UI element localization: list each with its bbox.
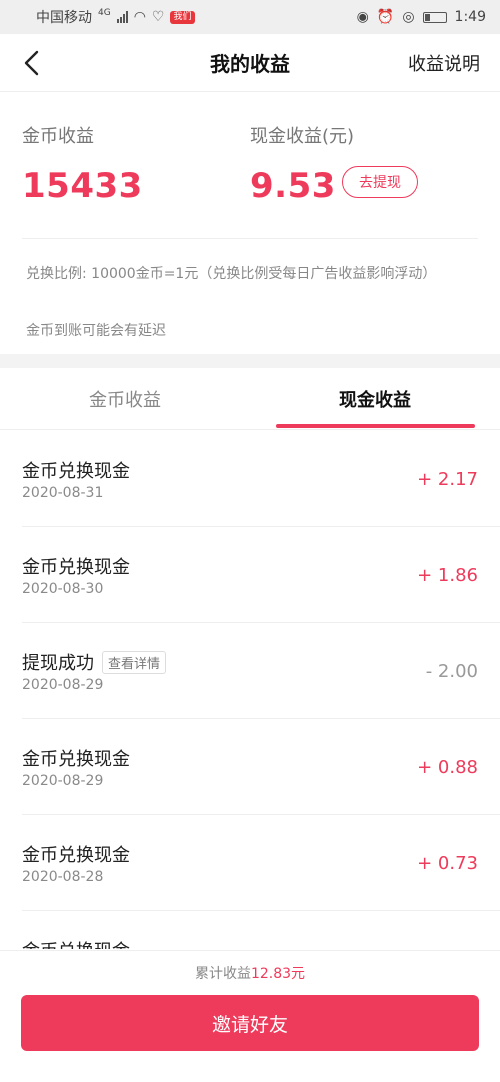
list-item[interactable]: 金币兑换现金 2020-08-31 + 2.17 <box>22 431 500 527</box>
active-tab-indicator <box>276 424 475 428</box>
earnings-tabs: 金币收益 现金收益 <box>0 368 500 430</box>
invite-friends-button[interactable]: 邀请好友 <box>21 995 479 1051</box>
record-date: 2020-08-28 <box>22 869 104 885</box>
cash-records-list[interactable]: 金币兑换现金 2020-08-31 + 2.17 金币兑换现金 2020-08-… <box>0 431 500 949</box>
delay-note: 金币到账可能会有延迟 <box>26 323 166 339</box>
location-icon: ◎ <box>402 9 415 25</box>
tab-coin-earnings[interactable]: 金币收益 <box>0 368 250 430</box>
nav-bar: 我的收益 收益说明 <box>0 34 500 92</box>
earnings-summary: 金币收益 15433 现金收益(元) 9.53 去提现 兑换比例: 10000金… <box>0 92 500 354</box>
status-bar: 中国移动 4G ◠ ♡ 我们 ◉ ⏰ ◎ 1:49 <box>0 0 500 34</box>
wifi-icon: ◠ <box>133 9 146 25</box>
record-title: 提现成功 <box>22 653 94 674</box>
list-item[interactable]: 金币兑换现金 2020-08-29 + 0.88 <box>22 719 500 815</box>
record-date: 2020-08-31 <box>22 485 104 501</box>
page-title: 我的收益 <box>210 52 290 76</box>
summary-divider <box>22 238 478 239</box>
record-title: 金币兑换现金 <box>22 461 130 482</box>
cash-earnings-value: 9.53 <box>250 166 336 206</box>
earnings-explanation-link[interactable]: 收益说明 <box>408 50 480 76</box>
list-item[interactable]: 金币兑换现金 2020-08-30 + 1.86 <box>22 527 500 623</box>
record-title: 金币兑换现金 <box>22 557 130 578</box>
tab-cash-earnings[interactable]: 现金收益 <box>250 368 500 430</box>
coin-earnings-label: 金币收益 <box>22 126 94 147</box>
total-earnings: 累计收益12.83元 <box>0 963 500 983</box>
record-title: 金币兑换现金 <box>22 845 130 866</box>
list-item[interactable]: 金币兑换现金 <box>22 911 500 949</box>
carrier-name: 中国移动 <box>36 10 92 26</box>
clock-time: 1:49 <box>454 9 486 25</box>
total-earnings-label: 累计收益 <box>194 966 251 982</box>
heart-icon: ♡ <box>151 9 165 25</box>
back-button[interactable] <box>18 48 48 78</box>
eye-icon: ◉ <box>356 9 369 25</box>
record-title: 金币兑换现金 <box>22 937 130 949</box>
list-item[interactable]: 提现成功 查看详情 2020-08-29 - 2.00 <box>22 623 500 719</box>
exchange-rate-note: 兑换比例: 10000金币=1元（兑换比例受每日广告收益影响浮动） <box>26 266 437 282</box>
record-date: 2020-08-30 <box>22 581 104 597</box>
bottom-bar: 累计收益12.83元 邀请好友 <box>0 950 500 1082</box>
cash-earnings-label: 现金收益(元) <box>250 126 355 147</box>
record-amount: + 2.17 <box>417 469 478 490</box>
alarm-icon: ⏰ <box>376 9 395 25</box>
app-notification-icon: 我们 <box>170 10 195 24</box>
view-details-button[interactable]: 查看详情 <box>102 650 167 674</box>
record-amount: + 0.88 <box>417 757 478 778</box>
coin-earnings-value: 15433 <box>22 166 143 206</box>
withdraw-button[interactable]: 去提现 <box>342 166 418 198</box>
section-gap <box>0 354 500 368</box>
network-type: 4G <box>98 8 111 18</box>
coin-earnings-block: 金币收益 15433 <box>22 122 143 206</box>
list-item[interactable]: 金币兑换现金 2020-08-28 + 0.73 <box>22 815 500 911</box>
signal-icon <box>116 11 128 23</box>
record-amount: + 0.73 <box>417 853 478 874</box>
record-date: 2020-08-29 <box>22 677 104 693</box>
record-amount: - 2.00 <box>425 661 478 682</box>
total-earnings-amount: 12.83元 <box>250 966 306 982</box>
battery-icon <box>422 11 447 23</box>
cash-earnings-block: 现金收益(元) 9.53 <box>250 122 354 206</box>
record-title: 金币兑换现金 <box>22 749 130 770</box>
record-date: 2020-08-29 <box>22 773 104 789</box>
record-amount: + 1.86 <box>417 565 478 586</box>
chevron-left-icon <box>24 50 39 76</box>
